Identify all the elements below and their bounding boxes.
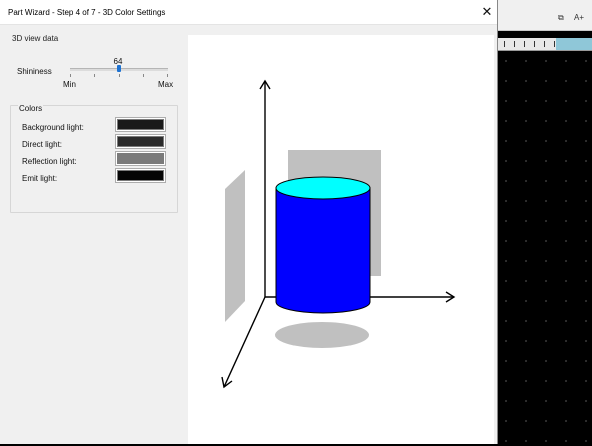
section-title: 3D view data	[12, 34, 59, 43]
3d-preview-canvas	[221, 79, 456, 389]
ruler-highlight	[556, 38, 592, 50]
close-icon: ✕	[481, 4, 493, 19]
shininess-slider-ticks	[70, 74, 168, 77]
background-canvas	[496, 51, 592, 444]
shininess-label: Shininess	[17, 67, 52, 76]
part-wizard-dialog: Part Wizard - Step 4 of 7 - 3D Color Set…	[0, 0, 498, 444]
emit-light-swatch[interactable]	[116, 169, 165, 182]
reflection-light-swatch[interactable]	[116, 152, 165, 165]
background-light-label: Background light:	[22, 123, 84, 132]
direct-light-label: Direct light:	[22, 140, 63, 149]
direct-light-swatch[interactable]	[116, 135, 165, 148]
left-wall-shadow	[225, 170, 245, 322]
title-bar[interactable]: Part Wizard - Step 4 of 7 - 3D Color Set…	[0, 0, 497, 25]
background-light-swatch[interactable]	[116, 118, 165, 131]
emit-light-label: Emit light:	[22, 174, 58, 183]
shininess-min-label: Min	[63, 80, 76, 89]
close-button[interactable]: ✕	[478, 3, 496, 21]
window-title: Part Wizard - Step 4 of 7 - 3D Color Set…	[8, 8, 166, 17]
settings-panel: 3D view data Shininess 64 Min Max Colors…	[0, 25, 186, 444]
shininess-max-label: Max	[158, 80, 174, 89]
background-toolbar: ⧉ A+	[496, 0, 592, 31]
font-size-increase-button[interactable]: A+	[574, 13, 584, 22]
shininess-slider-thumb[interactable]	[117, 65, 121, 72]
reflection-light-label: Reflection light:	[22, 157, 77, 166]
background-application: ⧉ A+	[496, 0, 592, 444]
colors-group-title: Colors	[18, 104, 44, 113]
copy-format-icon[interactable]: ⧉	[558, 13, 564, 23]
colors-group: Colors Background light: Direct light: R…	[10, 104, 178, 213]
3d-preview	[188, 35, 494, 444]
floor-shadow	[275, 322, 369, 348]
cylinder-body	[275, 187, 371, 314]
cylinder-top	[275, 176, 371, 200]
background-ruler	[496, 38, 592, 51]
